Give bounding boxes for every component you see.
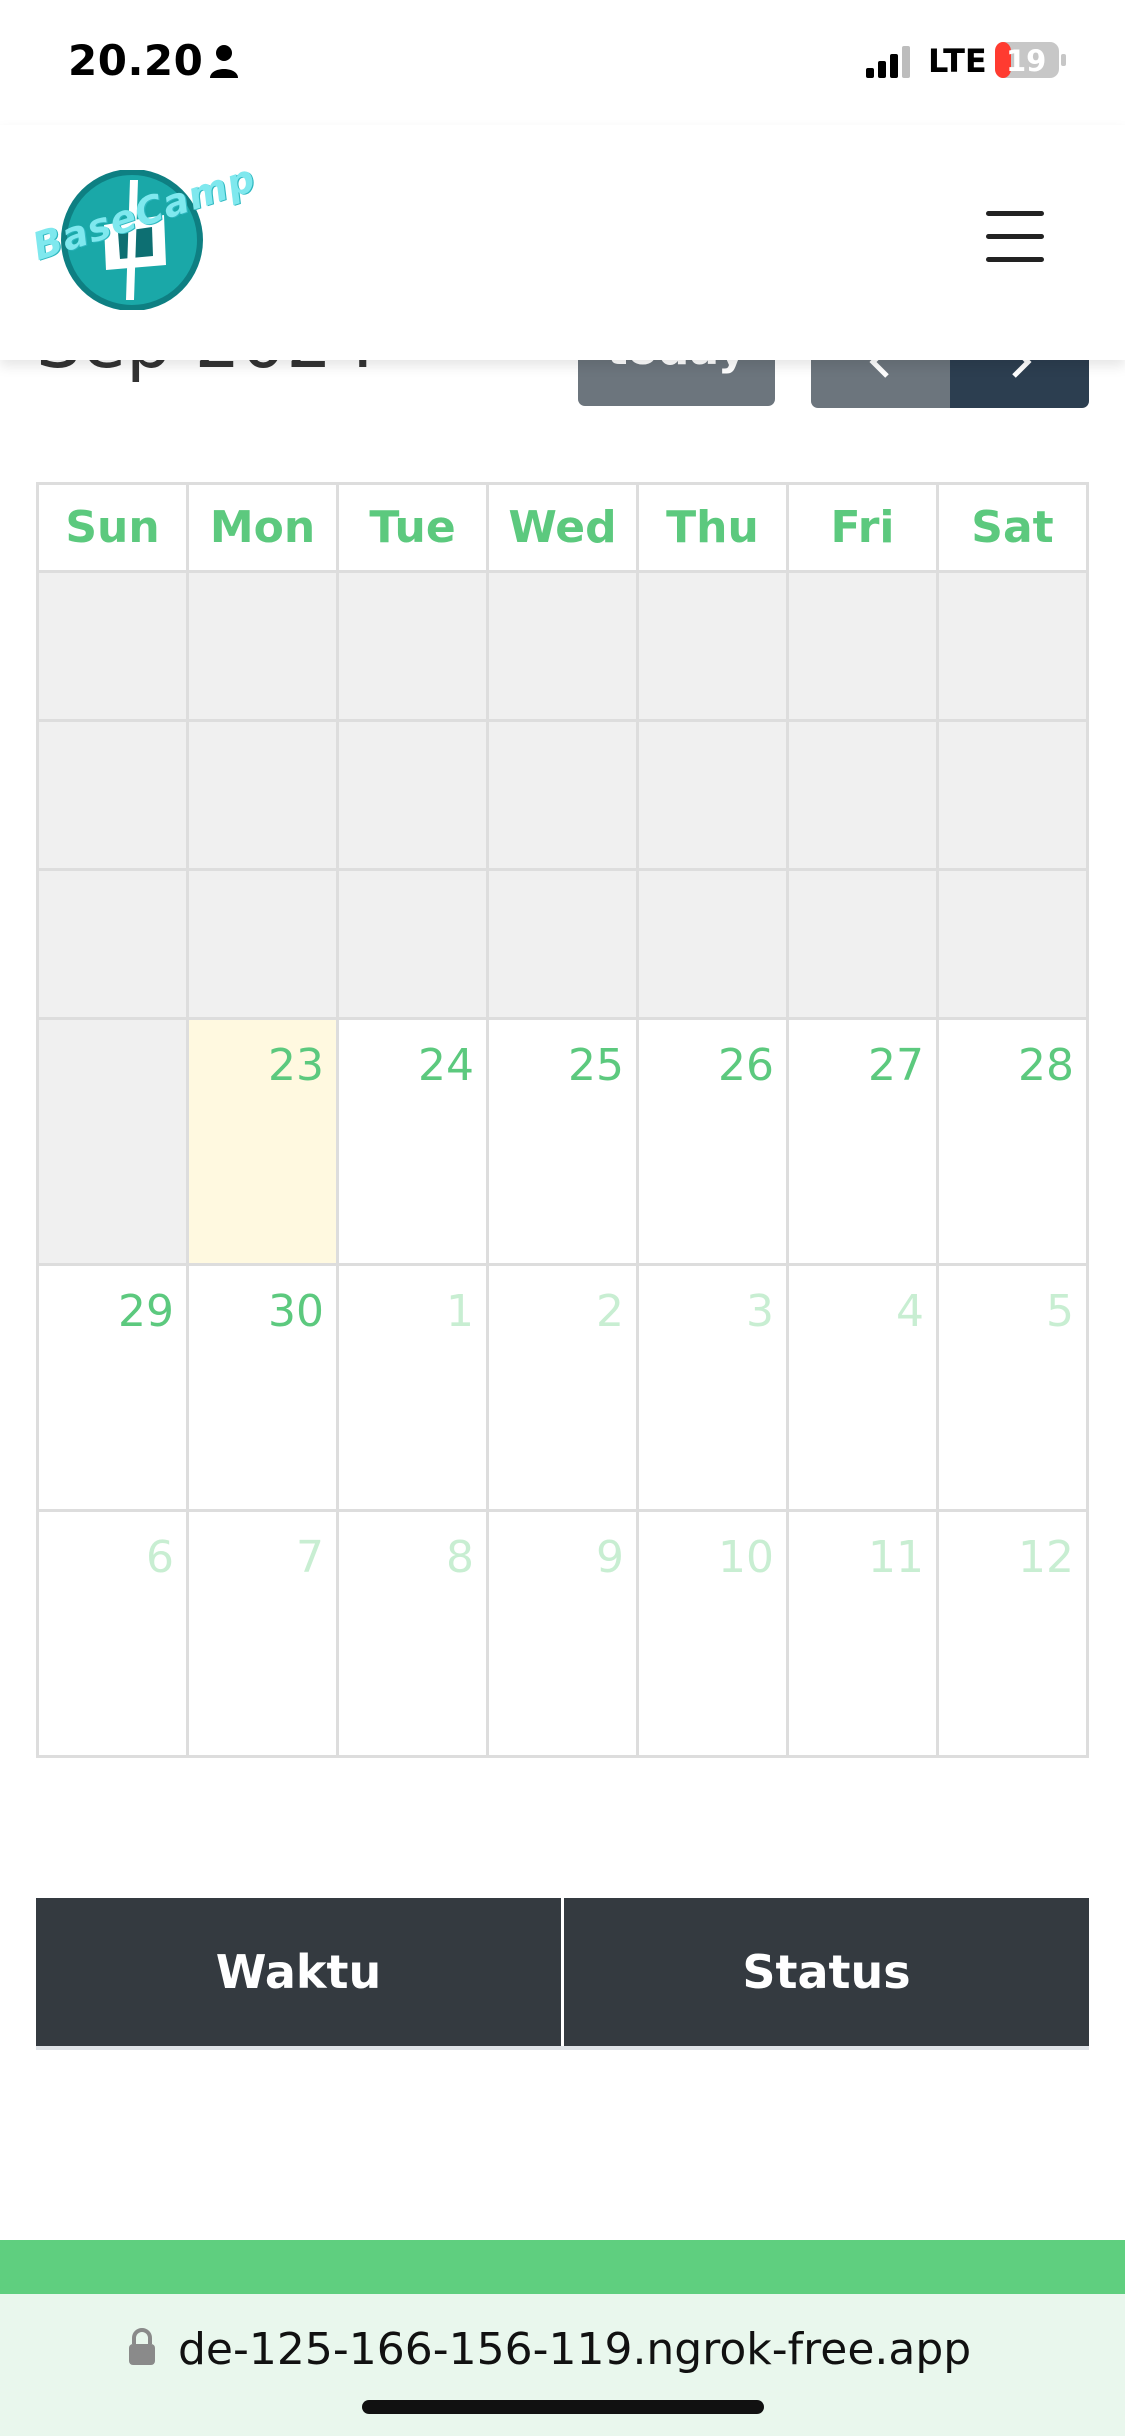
day-cell-other-month[interactable]: 6 — [36, 1509, 189, 1758]
day-cell-empty — [486, 719, 639, 871]
day-cell-today[interactable]: 23 — [186, 1017, 339, 1266]
day-cell-other-month[interactable]: 9 — [486, 1509, 639, 1758]
url-text: de-125-166-156-119.ngrok-free.app — [178, 2324, 972, 2375]
weekday-mon: Mon — [186, 482, 339, 573]
day-cell-empty — [786, 868, 939, 1020]
day-cell-empty — [186, 868, 339, 1020]
day-cell-empty — [936, 719, 1089, 871]
weekday-header-row: Sun Mon Tue Wed Thu Fri Sat — [36, 482, 1089, 573]
status-time: 20.20 — [68, 36, 204, 85]
day-cell-empty — [186, 719, 339, 871]
weekday-fri: Fri — [786, 482, 939, 573]
calendar-grid: Sun Mon Tue Wed Thu Fri Sat 23 24 25 26 … — [36, 482, 1089, 1758]
day-cell-other-month[interactable]: 8 — [336, 1509, 489, 1758]
day-cell[interactable]: 25 — [486, 1017, 639, 1266]
week-row-1 — [36, 570, 1089, 722]
attendance-table: Waktu Status — [36, 1898, 1089, 2050]
weekday-sat: Sat — [936, 482, 1089, 573]
person-icon — [210, 45, 238, 78]
footer-bar — [0, 2240, 1125, 2294]
browser-url-bar[interactable]: de-125-166-156-119.ngrok-free.app — [0, 2294, 1125, 2436]
day-cell-empty — [486, 570, 639, 722]
column-header-waktu: Waktu — [36, 1898, 564, 2048]
day-cell[interactable]: 26 — [636, 1017, 789, 1266]
day-cell-empty — [36, 570, 189, 722]
weekday-thu: Thu — [636, 482, 789, 573]
hamburger-menu-button[interactable] — [986, 211, 1046, 263]
battery-level: 19 — [1006, 44, 1047, 78]
day-cell-empty — [936, 868, 1089, 1020]
day-cell-other-month[interactable]: 11 — [786, 1509, 939, 1758]
day-cell-other-month[interactable]: 12 — [936, 1509, 1089, 1758]
day-cell-empty — [36, 868, 189, 1020]
week-row-2 — [36, 719, 1089, 871]
day-cell-empty — [636, 719, 789, 871]
weekday-wed: Wed — [486, 482, 639, 573]
column-header-status: Status — [562, 1898, 1089, 2048]
day-cell-empty — [636, 570, 789, 722]
day-cell-other-month[interactable]: 5 — [936, 1263, 1089, 1512]
day-cell[interactable]: 30 — [186, 1263, 339, 1512]
weekday-sun: Sun — [36, 482, 189, 573]
day-cell-empty — [336, 868, 489, 1020]
navbar: BaseCamp — [0, 125, 1125, 360]
day-cell-other-month[interactable]: 3 — [636, 1263, 789, 1512]
signal-icon — [866, 46, 910, 78]
table-header-row: Waktu Status — [36, 1898, 1089, 2048]
week-row-4: 23 24 25 26 27 28 — [36, 1017, 1089, 1266]
hamburger-line — [986, 234, 1044, 239]
week-row-3 — [36, 868, 1089, 1020]
day-cell-other-month[interactable]: 1 — [336, 1263, 489, 1512]
weekday-tue: Tue — [336, 482, 489, 573]
day-cell-empty — [786, 719, 939, 871]
day-cell-other-month[interactable]: 2 — [486, 1263, 639, 1512]
network-label: LTE — [928, 42, 987, 80]
day-cell-empty — [486, 868, 639, 1020]
day-cell[interactable]: 27 — [786, 1017, 939, 1266]
lock-icon — [129, 2328, 155, 2365]
day-cell[interactable]: 29 — [36, 1263, 189, 1512]
home-indicator[interactable] — [362, 2400, 764, 2414]
week-row-6: 6 7 8 9 10 11 12 — [36, 1509, 1089, 1758]
day-cell-empty — [636, 868, 789, 1020]
day-cell-other-month[interactable]: 10 — [636, 1509, 789, 1758]
hamburger-icon — [986, 211, 1044, 216]
day-cell-empty — [36, 719, 189, 871]
day-cell[interactable]: 28 — [936, 1017, 1089, 1266]
day-cell-other-month[interactable]: 7 — [186, 1509, 339, 1758]
day-cell-other-month[interactable]: 4 — [786, 1263, 939, 1512]
week-row-5: 29 30 1 2 3 4 5 — [36, 1263, 1089, 1512]
hamburger-line — [986, 257, 1044, 262]
day-cell-empty — [336, 719, 489, 871]
day-cell-empty — [36, 1017, 189, 1266]
day-cell[interactable]: 24 — [336, 1017, 489, 1266]
status-bar: 20.20 LTE 19 — [0, 0, 1125, 125]
day-cell-empty — [936, 570, 1089, 722]
basecamp-logo[interactable]: BaseCamp — [27, 156, 261, 311]
day-cell-empty — [336, 570, 489, 722]
day-cell-empty — [186, 570, 339, 722]
day-cell-empty — [786, 570, 939, 722]
